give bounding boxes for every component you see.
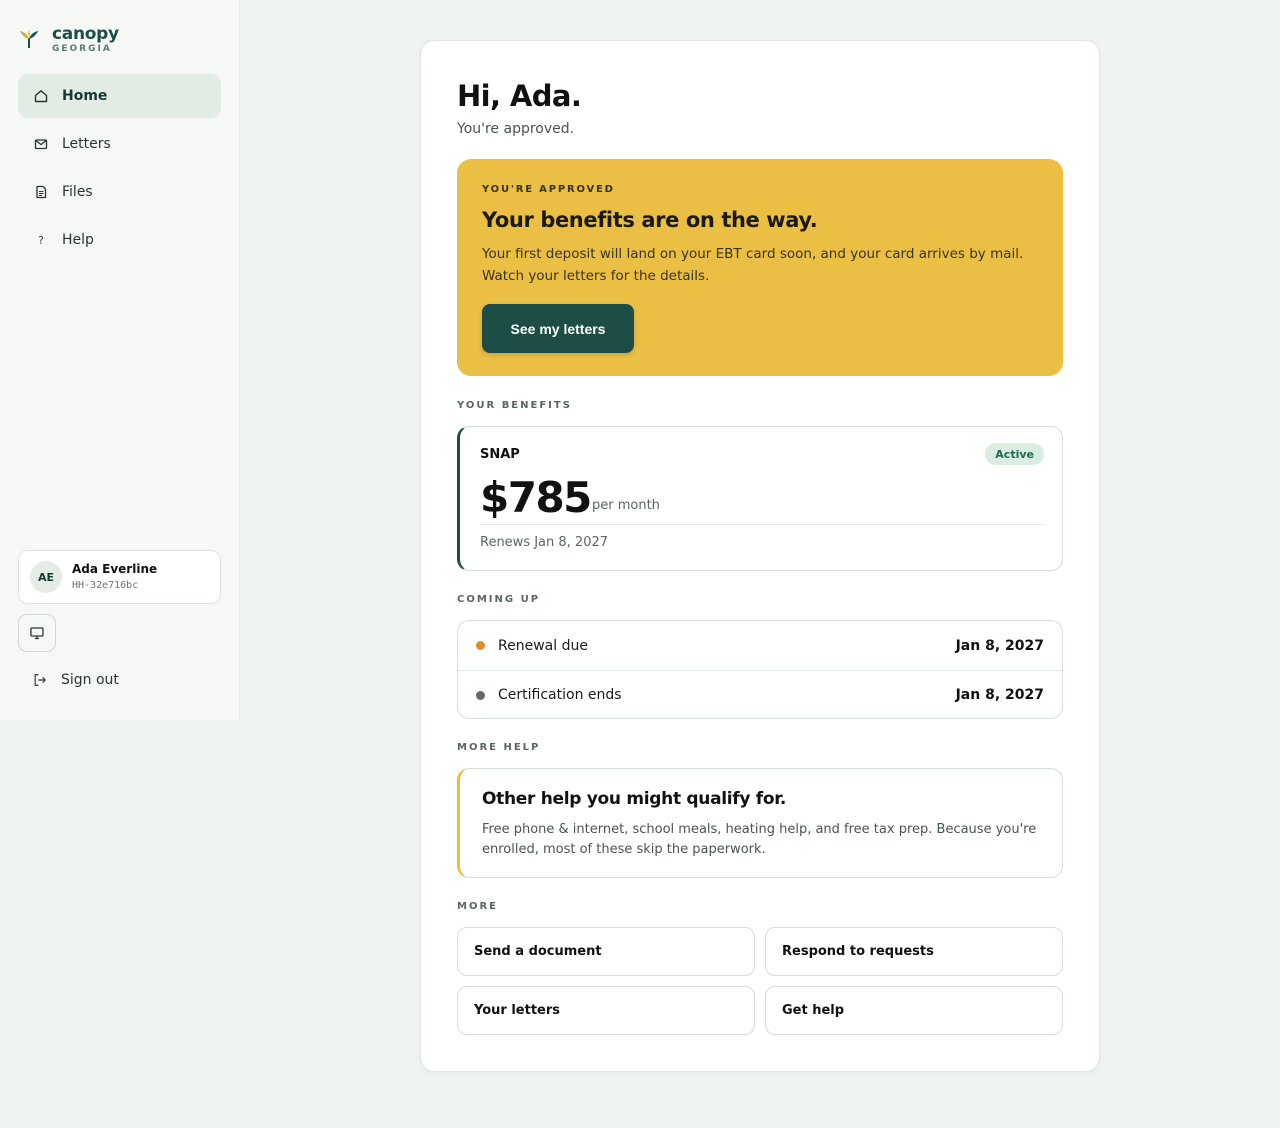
list-item: Renewal due Jan 8, 2027	[458, 621, 1062, 670]
event-label: Certification ends	[498, 687, 622, 703]
benefit-name: SNAP	[480, 447, 520, 462]
event-label: Renewal due	[498, 637, 588, 654]
status-dot	[476, 641, 485, 650]
user-name: Ada Everline	[72, 562, 158, 576]
sidebar-item-files[interactable]: Files	[18, 170, 221, 214]
event-date: Jan 8, 2027	[955, 637, 1044, 654]
monitor-icon	[30, 627, 44, 640]
sign-out-label: Sign out	[61, 672, 119, 688]
your-letters-button[interactable]: Your letters	[457, 986, 755, 1035]
avatar: AE	[30, 561, 62, 593]
home-panel: Hi, Ada. You're approved. YOU'RE APPROVE…	[420, 40, 1100, 1072]
event-date: Jan 8, 2027	[955, 687, 1044, 703]
status-dot	[476, 690, 485, 700]
renewal-date: Renews Jan 8, 2027	[480, 535, 609, 550]
page-title: Hi, Ada.	[457, 79, 582, 113]
sign-out-icon	[33, 673, 47, 687]
get-help-button[interactable]: Get help	[765, 986, 1063, 1035]
benefit-period: per month	[592, 498, 660, 513]
status-badge: Active	[985, 443, 1044, 465]
household-id: HH-32e716bc	[72, 580, 139, 591]
divider	[480, 524, 1044, 525]
section-label-coming-up: COMING UP	[457, 594, 541, 605]
home-icon	[34, 89, 48, 103]
sidebar-nav: Home Letters Files ? Help	[18, 74, 221, 266]
sidebar: canopy GEORGIA Home Letters Files ? Help	[0, 0, 240, 720]
section-label-more: MORE	[457, 901, 498, 912]
display-toggle-button[interactable]	[18, 614, 56, 652]
page-subtitle: You're approved.	[457, 121, 575, 137]
question-icon: ?	[38, 233, 44, 247]
send-document-button[interactable]: Send a document	[457, 927, 755, 976]
section-label-more-help: MORE HELP	[457, 742, 541, 753]
banner-body: Your first deposit will land on your EBT…	[482, 246, 1024, 284]
banner-kicker: YOU'RE APPROVED	[482, 184, 615, 195]
file-icon	[34, 185, 48, 199]
more-help-card[interactable]: Other help you might qualify for. Free p…	[457, 768, 1063, 878]
mail-icon	[34, 137, 48, 151]
brand-subtitle: GEORGIA	[52, 44, 112, 54]
sidebar-item-label: Letters	[62, 136, 111, 152]
sign-out-button[interactable]: Sign out	[18, 662, 119, 698]
approval-banner: YOU'RE APPROVED Your benefits are on the…	[457, 159, 1063, 376]
benefit-amount: $785	[480, 473, 592, 522]
list-item: Certification ends Jan 8, 2027	[458, 670, 1062, 718]
leaf-icon	[20, 30, 38, 48]
see-my-letters-button[interactable]: See my letters	[482, 304, 634, 353]
sidebar-item-label: Home	[62, 88, 108, 104]
sidebar-item-label: Help	[62, 232, 94, 248]
respond-to-requests-button[interactable]: Respond to requests	[765, 927, 1063, 976]
sidebar-item-help[interactable]: ? Help	[18, 218, 221, 262]
section-label-benefits: YOUR BENEFITS	[457, 400, 572, 411]
sidebar-item-letters[interactable]: Letters	[18, 122, 221, 166]
brand-name: canopy	[52, 24, 119, 44]
sidebar-item-home[interactable]: Home	[18, 74, 221, 118]
more-help-title: Other help you might qualify for.	[482, 789, 787, 809]
user-card[interactable]: AE Ada Everline HH-32e716bc	[18, 550, 221, 604]
benefit-card[interactable]: SNAP Active $785 per month Renews Jan 8,…	[457, 426, 1063, 571]
brand-logo[interactable]: canopy GEORGIA	[18, 24, 119, 55]
more-help-body: Free phone & internet, school meals, hea…	[482, 822, 1037, 857]
banner-title: Your benefits are on the way.	[482, 208, 818, 232]
upcoming-list: Renewal due Jan 8, 2027 Certification en…	[457, 620, 1063, 719]
sidebar-item-label: Files	[62, 184, 93, 200]
